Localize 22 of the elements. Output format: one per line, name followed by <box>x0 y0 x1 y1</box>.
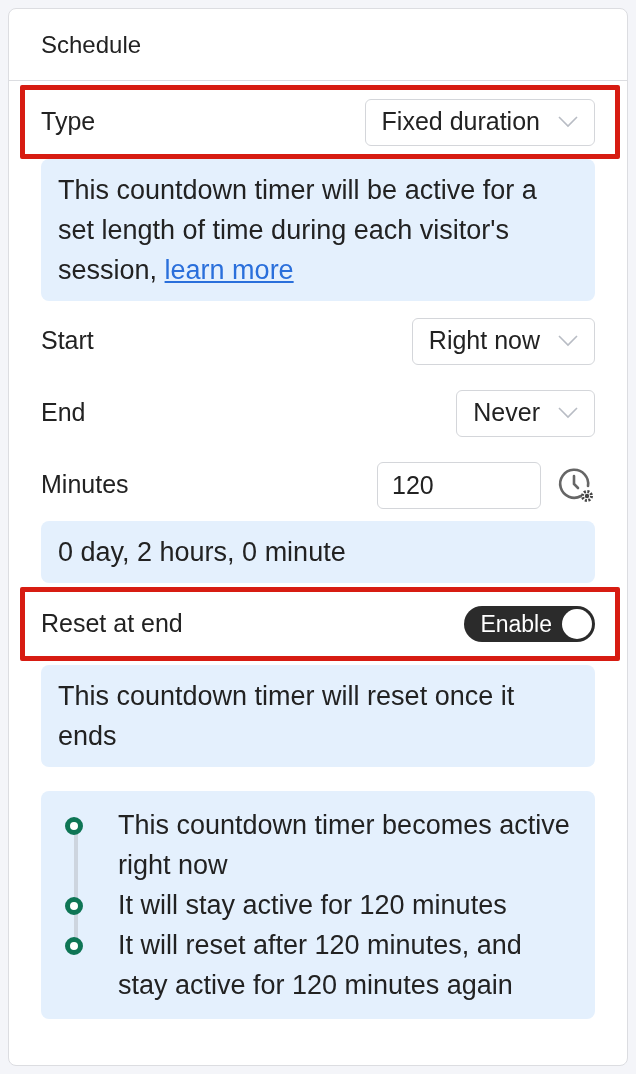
row-label: Minutes <box>41 469 129 501</box>
info-text: This countdown timer will be active for a set length of time during each visitor's session, learn more <box>58 174 538 287</box>
enable-toggle[interactable]: Enable <box>464 606 595 642</box>
info-text: 0 day, 2 hours, 0 minute <box>58 536 347 569</box>
caret-icon <box>558 335 578 347</box>
row-label: Start <box>41 325 94 357</box>
info-text: This countdown timer will reset once it ends <box>58 680 516 753</box>
step-text: It will stay active for 120 minutes <box>118 889 507 922</box>
learn-more-link[interactable]: learn more <box>164 255 294 285</box>
dropdown[interactable]: Fixed duration <box>364 98 595 146</box>
row-label: Reset at end <box>41 608 183 640</box>
caret-icon <box>558 407 578 419</box>
panel-title: Schedule <box>41 29 142 60</box>
row-label: Type <box>41 106 96 138</box>
caret-icon <box>558 116 578 128</box>
step-text: It will reset after 120 minutes, and stay active for 120 minutes again <box>118 929 523 1002</box>
step-text: This countdown timer becomes active right now <box>118 809 571 882</box>
dropdown[interactable]: Never <box>456 389 595 437</box>
row-label: End <box>41 397 86 429</box>
minutes-input[interactable]: 120 <box>377 461 541 509</box>
dropdown[interactable]: Right now <box>411 317 595 365</box>
clock-gear-icon <box>557 466 595 504</box>
